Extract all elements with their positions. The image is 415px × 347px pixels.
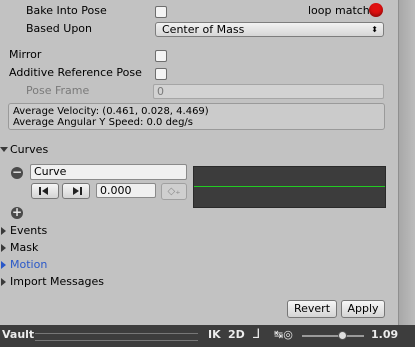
speed-slider[interactable]: [302, 331, 364, 340]
mirror-label: Mirror: [9, 48, 42, 61]
pose-frame-field[interactable]: 0: [153, 84, 384, 99]
previous-key-icon: [39, 187, 41, 195]
motion-fold-icon[interactable]: [1, 261, 6, 269]
mask-section[interactable]: Mask: [10, 241, 38, 255]
curve-value-field[interactable]: 0.000: [96, 183, 156, 198]
additive-reference-pose-checkbox[interactable]: [155, 68, 167, 80]
remove-curve-icon[interactable]: −: [11, 166, 23, 179]
based-upon-label: Based Upon: [26, 22, 92, 35]
curves-header[interactable]: Curves: [10, 143, 48, 157]
next-key-button[interactable]: [62, 183, 90, 199]
import-messages-fold-icon[interactable]: [1, 278, 6, 286]
curve-line: [194, 186, 385, 187]
import-messages-section[interactable]: Import Messages: [10, 275, 104, 289]
revert-button[interactable]: Revert: [287, 300, 337, 318]
pose-frame-label: Pose Frame: [26, 84, 90, 97]
based-upon-dropdown[interactable]: Center of Mass ⬍: [155, 22, 384, 37]
curve-preview-graph[interactable]: [193, 166, 386, 208]
apply-button[interactable]: Apply: [341, 300, 385, 318]
mask-fold-icon[interactable]: [1, 244, 6, 252]
loop-match-indicator-icon: [369, 3, 383, 17]
loop-match-label: loop match: [308, 4, 370, 17]
previous-key-button[interactable]: [31, 183, 59, 199]
bake-into-pose-checkbox[interactable]: [155, 6, 167, 18]
motion-section[interactable]: Motion: [10, 258, 47, 272]
events-fold-icon[interactable]: [1, 227, 6, 235]
preview-toolbar: Vault IK 2D ⅃ ↹◎ 1.09: [0, 325, 415, 347]
next-key-icon: [73, 187, 79, 195]
playback-speed-icon: ↹◎: [274, 328, 293, 341]
motion-info-box: Average Velocity: (0.461, 0.028, 4.469) …: [8, 103, 385, 130]
curve-name-field[interactable]: Curve: [30, 164, 187, 180]
mirror-checkbox[interactable]: [155, 50, 167, 62]
add-key-button[interactable]: ◇₊: [161, 183, 187, 200]
2d-toggle[interactable]: 2D: [228, 328, 245, 341]
based-upon-value: Center of Mass: [162, 23, 245, 36]
events-section[interactable]: Events: [10, 224, 47, 238]
bake-into-pose-label: Bake Into Pose: [26, 4, 107, 17]
average-velocity-text: Average Velocity: (0.461, 0.028, 4.469): [13, 106, 209, 117]
ik-toggle[interactable]: IK: [208, 328, 221, 341]
curves-fold-icon[interactable]: [0, 147, 8, 152]
preview-drag-handle[interactable]: [35, 333, 198, 341]
speed-slider-thumb[interactable]: [337, 331, 347, 340]
add-curve-icon[interactable]: +: [11, 206, 23, 219]
additive-reference-pose-label: Additive Reference Pose: [9, 66, 142, 79]
inspector-scrollbar[interactable]: [398, 0, 415, 325]
dropdown-arrows-icon: ⬍: [371, 25, 378, 34]
average-angular-speed-text: Average Angular Y Speed: 0.0 deg/s: [13, 117, 193, 128]
pivot-icon[interactable]: ⅃: [253, 327, 260, 342]
preview-title: Vault: [2, 328, 35, 341]
speed-value: 1.09: [371, 328, 399, 341]
add-key-icon: ◇₊: [167, 186, 181, 197]
